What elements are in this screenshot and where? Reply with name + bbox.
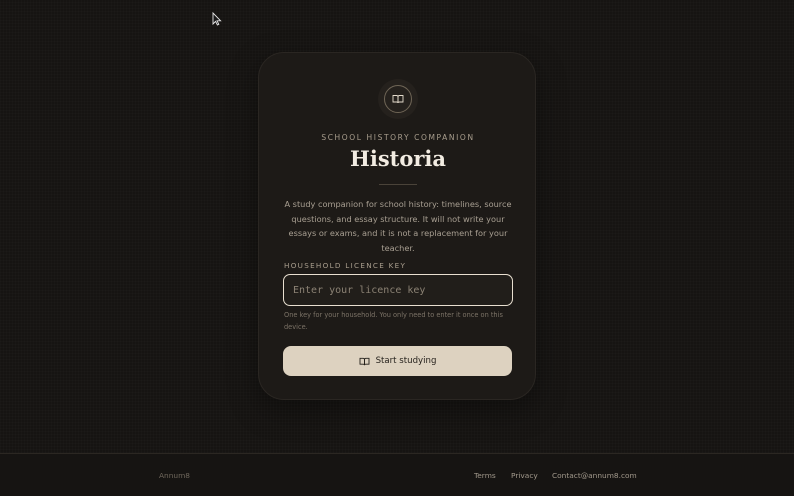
logo-ring — [384, 85, 412, 113]
login-card: SCHOOL HISTORY COMPANION Historia A stud… — [258, 52, 536, 400]
start-studying-label: Start studying — [375, 356, 437, 366]
footer-link-contact[interactable]: Contact@annum8.com — [552, 471, 637, 480]
start-studying-button[interactable]: Start studying — [283, 346, 512, 376]
mouse-cursor-icon — [212, 12, 222, 26]
app-tagline: SCHOOL HISTORY COMPANION — [321, 133, 475, 142]
app-description: A study companion for school history: ti… — [284, 199, 512, 253]
app-title: Historia — [350, 146, 446, 171]
licence-key-label: HOUSEHOLD LICENCE KEY — [284, 261, 407, 270]
title-divider — [379, 184, 417, 185]
logo-badge — [378, 79, 418, 119]
licence-key-hint: One key for your household. You only nee… — [284, 311, 503, 331]
open-book-icon — [392, 95, 404, 104]
footer-link-terms[interactable]: Terms — [474, 471, 496, 480]
footer-link-privacy[interactable]: Privacy — [511, 471, 538, 480]
licence-key-input[interactable] — [283, 274, 513, 306]
open-book-icon — [359, 357, 370, 365]
footer-brand: Annum8 — [159, 471, 191, 480]
page-footer: Annum8 Terms Privacy Contact@annum8.com — [0, 453, 794, 496]
